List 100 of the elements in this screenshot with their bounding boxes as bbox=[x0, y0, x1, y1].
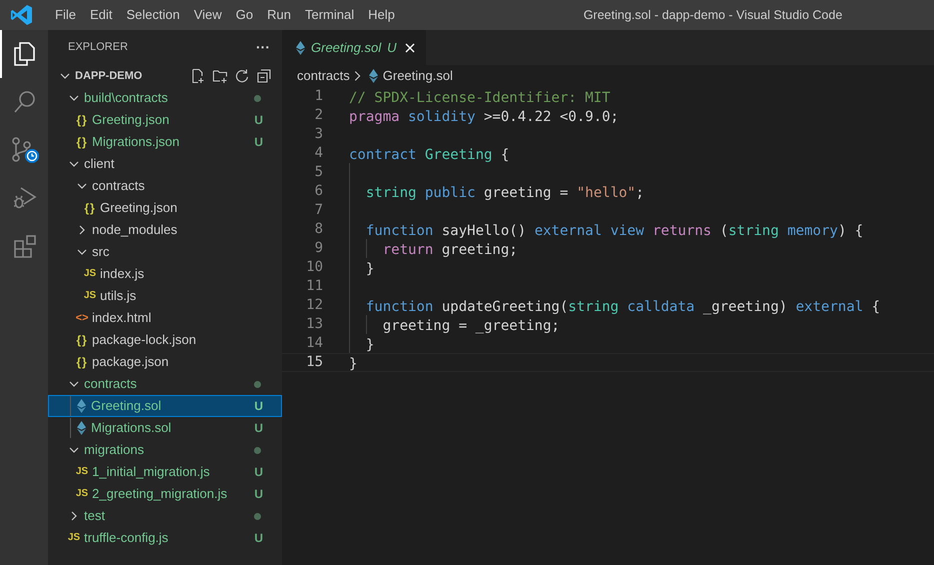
status-letter: U bbox=[254, 398, 263, 415]
js-icon: JS bbox=[66, 533, 82, 543]
editor-tab[interactable]: Greeting.sol U bbox=[282, 30, 426, 65]
item-label: src bbox=[92, 243, 110, 262]
tab-label: Greeting.sol bbox=[311, 38, 382, 57]
ethereum-icon bbox=[77, 399, 86, 413]
new-file-icon[interactable] bbox=[190, 68, 206, 84]
code-line: function sayHello() external view returns (string memory) { bbox=[364, 223, 864, 239]
line-number: 8 bbox=[314, 221, 323, 238]
file-row[interactable]: JS truffle-config.js U bbox=[48, 527, 282, 549]
item-label: contracts bbox=[92, 177, 146, 196]
line-number: 4 bbox=[314, 145, 323, 162]
line-number: 5 bbox=[314, 164, 323, 181]
menu-item[interactable]: Selection bbox=[119, 5, 187, 25]
window-title: Greeting.sol - dapp-demo - Visual Studio Code bbox=[583, 6, 842, 24]
item-label: test bbox=[84, 507, 106, 526]
item-label: migrations bbox=[84, 441, 145, 460]
item-label: contracts bbox=[84, 375, 138, 394]
line-number: 12 bbox=[305, 297, 323, 314]
line-number: 11 bbox=[305, 278, 323, 295]
menu-item[interactable]: Help bbox=[361, 5, 402, 25]
item-label: Greeting.sol bbox=[91, 397, 162, 416]
folder-row[interactable]: migrations bbox=[48, 439, 282, 461]
status-letter: U bbox=[254, 486, 263, 503]
file-row[interactable]: Migrations.sol U bbox=[48, 417, 282, 439]
status-letter: U bbox=[254, 530, 263, 547]
collapse-all-icon[interactable] bbox=[256, 68, 272, 84]
file-row[interactable]: JS utils.js bbox=[48, 285, 282, 307]
line-number: 15 bbox=[305, 354, 323, 371]
js-icon: JS bbox=[74, 467, 90, 477]
ethereum-icon bbox=[77, 421, 86, 435]
item-label: package.json bbox=[92, 353, 170, 372]
line-number: 14 bbox=[305, 335, 323, 352]
project-name: DAPP-DEMO bbox=[75, 68, 144, 84]
code-line: greeting = _greeting; bbox=[382, 318, 560, 334]
ethereum-icon bbox=[368, 69, 378, 83]
item-label: truffle-config.js bbox=[84, 529, 170, 548]
folder-row[interactable]: build\contracts bbox=[48, 87, 282, 109]
status-letter: U bbox=[254, 420, 263, 437]
line-number: 9 bbox=[314, 240, 323, 257]
folder-row[interactable]: contracts bbox=[48, 175, 282, 197]
file-row[interactable]: Greeting.sol U bbox=[48, 395, 282, 417]
file-row[interactable]: <> index.html bbox=[48, 307, 282, 329]
folder-row[interactable]: client bbox=[48, 153, 282, 175]
item-label: 2_greeting_migration.js bbox=[92, 485, 228, 504]
folder-row[interactable]: test bbox=[48, 505, 282, 527]
item-label: Greeting.json bbox=[100, 199, 178, 218]
line-number: 2 bbox=[314, 107, 323, 124]
files-icon[interactable] bbox=[12, 41, 38, 67]
code-line: // SPDX-License-Identifier: MIT bbox=[349, 90, 610, 106]
code-line: contract Greeting { bbox=[349, 147, 510, 163]
breadcrumb-item[interactable]: Greeting.sol bbox=[382, 66, 453, 86]
folder-row[interactable]: src bbox=[48, 241, 282, 263]
file-row[interactable]: JS 1_initial_migration.js U bbox=[48, 461, 282, 483]
file-row[interactable]: {} package.json bbox=[48, 351, 282, 373]
code-icon: <> bbox=[74, 312, 90, 324]
file-row[interactable]: {} Greeting.json bbox=[48, 197, 282, 219]
menu-item[interactable]: Edit bbox=[82, 5, 120, 25]
menu-item[interactable]: Terminal bbox=[298, 5, 362, 25]
source-control-icon[interactable] bbox=[10, 136, 40, 164]
code-line: return greeting; bbox=[382, 242, 518, 258]
line-number: 10 bbox=[305, 259, 323, 276]
more-actions[interactable]: ··· bbox=[256, 37, 270, 58]
status-letter: U bbox=[254, 134, 263, 151]
status-letter: U bbox=[254, 464, 263, 481]
file-row[interactable]: {} Migrations.json U bbox=[48, 131, 282, 153]
breadcrumb-item[interactable]: contracts bbox=[297, 66, 350, 86]
menu-item[interactable]: File bbox=[48, 5, 83, 25]
code-line: string public greeting = "hello"; bbox=[364, 185, 644, 201]
code-line: } bbox=[364, 261, 374, 277]
line-number: 3 bbox=[314, 126, 323, 143]
code-line: function updateGreeting(string calldata _greeting) external { bbox=[364, 299, 880, 315]
run-debug-icon[interactable] bbox=[12, 185, 38, 211]
menu-item[interactable]: Run bbox=[260, 5, 298, 25]
status-letter: U bbox=[387, 38, 396, 57]
menu-item[interactable]: Go bbox=[228, 5, 260, 25]
item-label: node_modules bbox=[92, 221, 178, 240]
search-icon[interactable] bbox=[12, 89, 38, 115]
js-icon: JS bbox=[74, 489, 90, 499]
braces-icon: {} bbox=[74, 334, 90, 346]
item-label: 1_initial_migration.js bbox=[92, 463, 211, 482]
braces-icon: {} bbox=[74, 136, 90, 148]
item-label: build\contracts bbox=[84, 89, 169, 108]
extensions-icon[interactable] bbox=[12, 233, 38, 259]
refresh-icon[interactable] bbox=[234, 68, 250, 84]
new-folder-icon[interactable] bbox=[212, 68, 228, 84]
js-icon: JS bbox=[82, 291, 98, 301]
code-line: pragma solidity >=0.4.22 <0.9.0; bbox=[349, 109, 619, 125]
folder-row[interactable]: contracts bbox=[48, 373, 282, 395]
project-header[interactable]: DAPP-DEMO bbox=[48, 65, 282, 87]
file-row[interactable]: JS 2_greeting_migration.js U bbox=[48, 483, 282, 505]
file-row[interactable]: {} Greeting.json U bbox=[48, 109, 282, 131]
ethereum-icon bbox=[296, 40, 305, 54]
file-row[interactable]: {} package-lock.json bbox=[48, 329, 282, 351]
item-label: Migrations.sol bbox=[91, 419, 172, 438]
braces-icon: {} bbox=[74, 356, 90, 368]
menu-item[interactable]: View bbox=[186, 5, 229, 25]
item-label: index.js bbox=[100, 265, 146, 284]
file-row[interactable]: JS index.js bbox=[48, 263, 282, 285]
folder-row[interactable]: node_modules bbox=[48, 219, 282, 241]
